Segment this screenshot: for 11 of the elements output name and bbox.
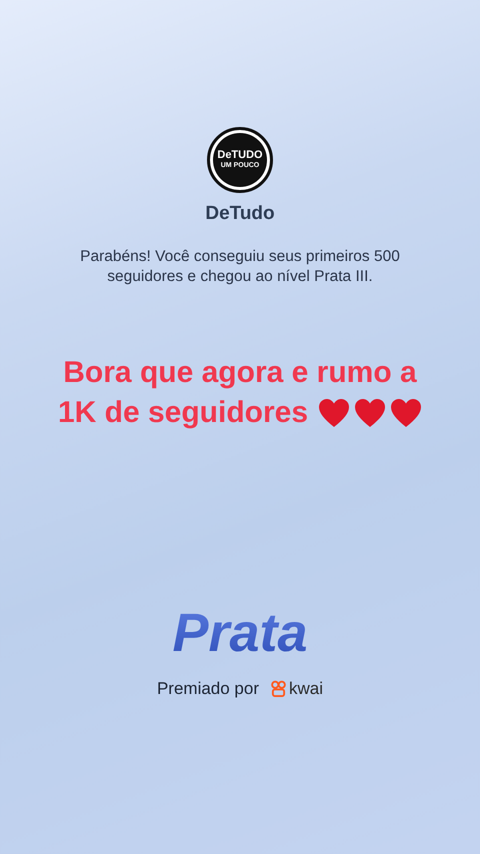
caption-text: Bora que agora e rumo a [63,355,417,391]
award-label: Premiado por [156,679,260,699]
heart-icon [318,398,350,428]
heart-icon [390,398,422,428]
heart-icon [354,398,386,428]
profile-name: DeTudo [205,203,275,225]
congratulation-message: Parabéns! Você conseguiu seus primeiros 500 seguidores e chegou ao nível Prata III. [79,247,401,287]
brand-name: kwai [289,679,324,699]
camera-logo-icon [271,680,286,698]
logo-text: DeTUDO [217,150,263,161]
caption-text: 1K de seguidores [58,395,308,431]
